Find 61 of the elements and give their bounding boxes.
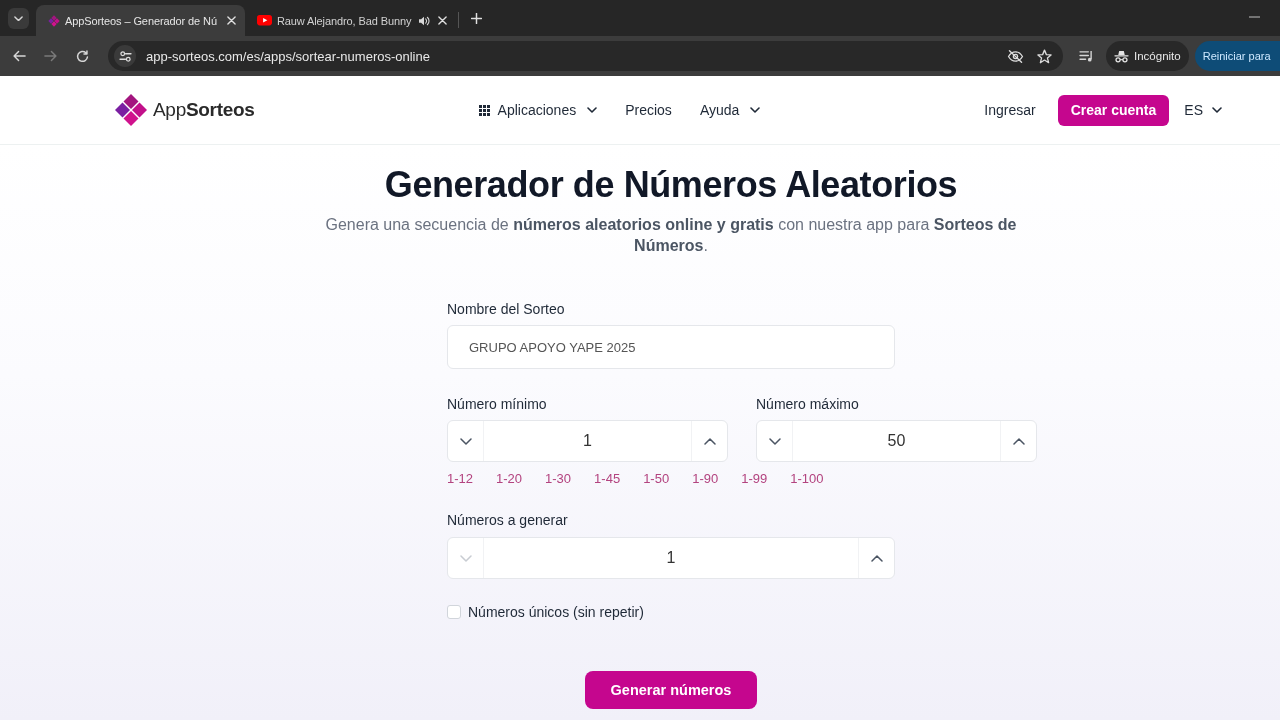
browser-tab[interactable]: Rauw Alejandro, Bad Bunny — [244, 5, 457, 36]
field-label: Números a generar — [447, 511, 568, 530]
number-input[interactable]: 50 — [792, 421, 1001, 461]
diamond-logo-icon[interactable] — [114, 93, 148, 127]
nav-menu-link[interactable]: Ayuda — [699, 102, 761, 118]
number-stepper[interactable]: 1 — [447, 537, 895, 579]
nav-menu-link[interactable]: Aplicaciones — [478, 102, 598, 118]
close-icon[interactable] — [438, 16, 448, 25]
chevron-down-icon — [459, 554, 472, 562]
range-preset-link[interactable]: 1-50 — [643, 470, 670, 488]
chevron-down-icon — [14, 15, 23, 22]
browser-tab[interactable]: AppSorteos – Generador de Nú — [36, 5, 245, 36]
field-label: Número máximo — [756, 395, 859, 414]
incognito-button[interactable]: Incógnito — [1106, 41, 1189, 71]
address-bar[interactable]: app-sorteos.com/es/apps/sortear-numeros-online — [108, 41, 1063, 71]
back-arrow-icon[interactable] — [13, 50, 26, 62]
nav-link[interactable]: Precios — [625, 102, 672, 118]
play-icon — [256, 15, 272, 26]
eye-slash-icon[interactable] — [1007, 49, 1024, 63]
grid-icon — [478, 104, 490, 116]
chevron-down-icon — [1212, 107, 1222, 113]
field-label: Nombre del Sorteo — [447, 300, 565, 319]
page-title: Generador de Números Aleatorios — [384, 163, 958, 207]
range-preset-link[interactable]: 1-20 — [496, 470, 523, 488]
chevron-down-icon — [768, 437, 781, 445]
chevron-up-icon — [870, 554, 883, 562]
generate-button[interactable]: Generar números — [585, 671, 757, 709]
checkbox[interactable] — [447, 605, 461, 619]
close-icon[interactable] — [226, 16, 236, 25]
chevron-down-icon — [587, 107, 598, 113]
range-preset-link[interactable]: 1-12 — [447, 470, 474, 488]
chevron-up-icon — [1012, 437, 1025, 445]
incognito-icon — [1114, 49, 1129, 63]
range-preset-link[interactable]: 1-100 — [790, 470, 824, 488]
chevron-up-icon — [703, 437, 716, 445]
signup-button[interactable]: Crear cuenta — [1057, 94, 1170, 126]
checkbox-label[interactable]: Números únicos (sin repetir) — [468, 602, 644, 622]
logo-text[interactable]: AppSorteos — [153, 99, 255, 121]
number-input[interactable]: 1 — [483, 421, 692, 461]
diamond-logo-icon — [48, 14, 60, 27]
restart-button[interactable]: Reiniciar para — [1194, 41, 1280, 71]
login-link[interactable]: Ingresar — [984, 102, 1036, 118]
plus-icon[interactable] — [471, 13, 483, 24]
range-preset-link[interactable]: 1-99 — [741, 470, 768, 488]
chevron-down-icon — [459, 437, 472, 445]
reload-icon[interactable] — [76, 49, 89, 63]
name-input[interactable]: GRUPO APOYO YAPE 2025 — [447, 325, 895, 369]
language-selector[interactable]: ES — [1184, 102, 1222, 118]
chevron-down-icon — [750, 107, 761, 113]
range-preset-link[interactable]: 1-45 — [594, 470, 621, 488]
tab-search-button[interactable] — [8, 8, 29, 29]
number-stepper[interactable]: 1 — [447, 420, 728, 462]
range-preset-link[interactable]: 1-30 — [545, 470, 572, 488]
range-preset-link[interactable]: 1-90 — [692, 470, 719, 488]
number-input[interactable]: 1 — [483, 538, 859, 578]
sliders-icon[interactable] — [114, 45, 136, 67]
star-icon[interactable] — [1037, 48, 1052, 64]
playlist-icon[interactable] — [1079, 50, 1094, 62]
number-stepper[interactable]: 50 — [756, 420, 1037, 462]
page-subtitle: Genera una secuencia de números aleatorios online y gratis con nuestra app para Sorteos de Números. — [324, 215, 1018, 256]
field-label: Número mínimo — [447, 395, 547, 414]
